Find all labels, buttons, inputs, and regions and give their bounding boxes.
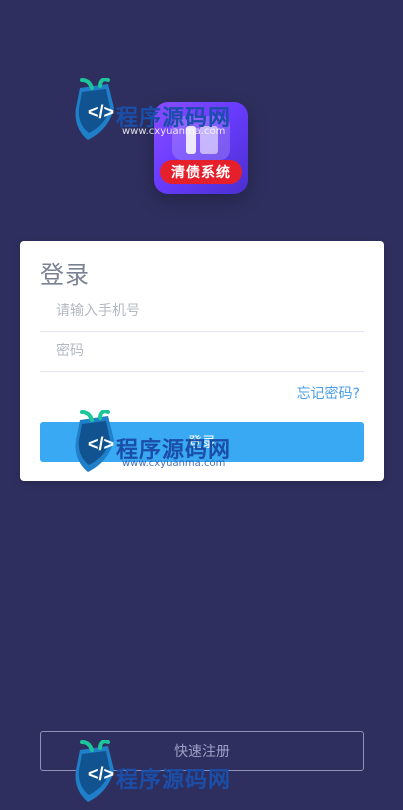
password-input[interactable] <box>40 333 364 369</box>
quick-register-button[interactable]: 快速注册 <box>40 731 364 771</box>
forgot-password-link[interactable]: 忘记密码? <box>297 383 360 403</box>
app-logo-emblem-icon <box>172 116 230 160</box>
login-button[interactable]: 登录 <box>40 422 364 462</box>
phone-field[interactable] <box>40 293 364 332</box>
phone-input[interactable] <box>40 293 364 329</box>
app-logo-ribbon: 清债系统 <box>160 160 242 184</box>
password-field[interactable] <box>40 333 364 372</box>
login-title: 登录 <box>40 261 90 289</box>
login-card: 登录 忘记密码? 登录 <box>20 241 384 481</box>
svg-text:</>: </> <box>88 102 114 122</box>
app-logo: 清债系统 <box>154 102 248 194</box>
